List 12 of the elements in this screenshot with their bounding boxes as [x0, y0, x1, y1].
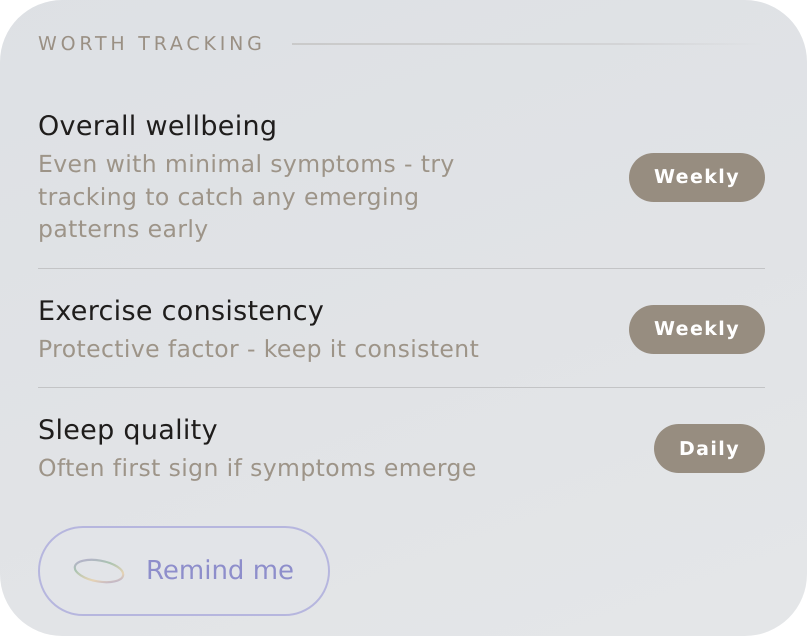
item-title: Overall wellbeing: [38, 110, 278, 144]
frequency-button[interactable]: Weekly: [629, 304, 765, 354]
ring-icon: [73, 556, 125, 584]
section-title: WORTH TRACKING: [38, 32, 266, 57]
remind-button[interactable]: Remind me: [38, 526, 330, 616]
frequency-button[interactable]: Weekly: [629, 152, 765, 202]
item-description: Even with minimal symptoms - try tracking to catch any emerging patterns early: [38, 149, 456, 245]
item-title: Exercise consistency: [38, 294, 326, 328]
item-description: Protective factor - keep it consistent: [38, 334, 480, 364]
item-description: Often first sign if symptoms emerge: [38, 453, 477, 484]
frequency-button[interactable]: Daily: [654, 424, 765, 474]
item-title: Sleep quality: [38, 414, 219, 448]
